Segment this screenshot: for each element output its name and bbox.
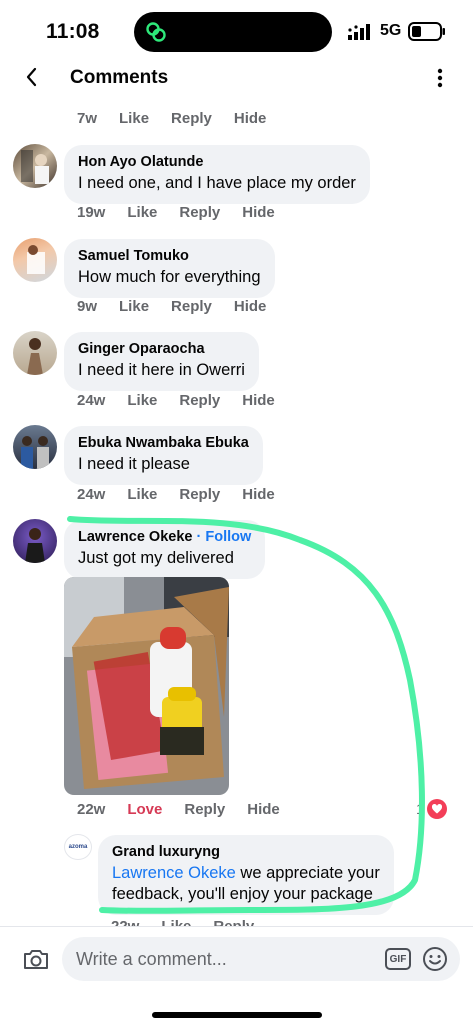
- comment-composer: GIF: [0, 926, 473, 1024]
- follow-button[interactable]: · Follow: [197, 529, 252, 545]
- love-button[interactable]: Love: [127, 801, 162, 818]
- reply-button[interactable]: Reply: [179, 204, 220, 221]
- page-title: Comments: [70, 67, 169, 88]
- comment-time: 19w: [77, 204, 106, 221]
- comment-text: Just got my delivered: [78, 549, 234, 567]
- hide-button[interactable]: Hide: [242, 392, 275, 409]
- comment-bubble[interactable]: Lawrence Okeke · Follow Just got my deli…: [64, 520, 266, 579]
- link-icon: [146, 22, 166, 42]
- like-button[interactable]: Like: [127, 486, 157, 503]
- comment-time: 24w: [77, 486, 106, 503]
- avatar[interactable]: [13, 238, 57, 282]
- like-button[interactable]: Like: [127, 392, 157, 409]
- camera-icon[interactable]: [22, 947, 50, 971]
- comment-text: I need it please: [78, 455, 190, 473]
- avatar[interactable]: [13, 144, 57, 188]
- comment-text: I need it here in Owerri: [78, 361, 245, 379]
- avatar-photo: [21, 436, 49, 469]
- comment-author[interactable]: Hon Ayo Olatunde: [78, 154, 356, 170]
- comment-author[interactable]: Ebuka Nwambaka Ebuka: [78, 435, 249, 451]
- like-button[interactable]: Like: [127, 204, 157, 221]
- comment-actions: 7w Like Reply Hide: [77, 110, 266, 127]
- reply-button[interactable]: Reply: [171, 298, 212, 315]
- reply-text: we appreciate your: [235, 864, 380, 882]
- avatar-photo: [27, 245, 45, 274]
- comment-text: How much for everything: [78, 268, 261, 286]
- network-label: 5G: [380, 22, 402, 39]
- comment-time: 22w: [77, 801, 106, 818]
- dynamic-island: [134, 12, 332, 52]
- hide-button[interactable]: Hide: [247, 801, 280, 818]
- avatar-photo: [21, 150, 49, 184]
- signal-icon: [348, 24, 370, 40]
- comment-author[interactable]: Lawrence Okeke: [78, 529, 192, 545]
- comment-bubble[interactable]: Hon Ayo Olatunde I need one, and I have …: [64, 145, 370, 204]
- comment-actions: 22w Love Reply Hide: [77, 801, 280, 818]
- battery-icon: [408, 22, 445, 41]
- page-avatar[interactable]: azoma: [64, 834, 92, 860]
- comment-author-row: Lawrence Okeke · Follow: [78, 529, 251, 545]
- heart-icon: [427, 799, 448, 819]
- hide-button[interactable]: Hide: [242, 486, 275, 503]
- comment-time: 7w: [77, 110, 98, 127]
- avatar-photo: [27, 338, 43, 375]
- reaction-count: 1: [416, 800, 425, 818]
- reply-bubble[interactable]: Grand luxuryng Lawrence Okeke we appreci…: [98, 835, 394, 915]
- reaction-summary[interactable]: 1: [416, 799, 448, 819]
- comment-bubble[interactable]: Ginger Oparaocha I need it here in Owerr…: [64, 332, 259, 391]
- mention-link[interactable]: Lawrence Okeke: [112, 864, 236, 882]
- avatar[interactable]: [13, 331, 57, 375]
- comment-bubble[interactable]: Ebuka Nwambaka Ebuka I need it please: [64, 426, 263, 485]
- status-time: 11:08: [46, 20, 100, 43]
- comment-author[interactable]: Samuel Tomuko: [78, 248, 261, 264]
- reply-button[interactable]: Reply: [184, 801, 225, 818]
- reply-author[interactable]: Grand luxuryng: [112, 844, 380, 860]
- avatar[interactable]: [13, 425, 57, 469]
- comment-bubble[interactable]: Samuel Tomuko How much for everything: [64, 239, 275, 298]
- avatar[interactable]: [13, 519, 57, 563]
- comment-text: I need one, and I have place my order: [78, 174, 356, 192]
- page-logo-text: azoma: [68, 844, 88, 850]
- comment-actions: 9w Like Reply Hide: [77, 298, 266, 315]
- emoji-icon[interactable]: [422, 946, 448, 972]
- hide-button[interactable]: Hide: [234, 110, 267, 127]
- status-bar: 11:08 5G: [0, 0, 473, 62]
- avatar-photo: [25, 528, 45, 563]
- reply-button[interactable]: Reply: [179, 392, 220, 409]
- package-image: [64, 577, 229, 795]
- home-indicator: [152, 1012, 322, 1018]
- chevron-left-icon[interactable]: [20, 64, 44, 90]
- reply-button[interactable]: Reply: [179, 486, 220, 503]
- reply-text-line-1: Lawrence Okeke we appreciate your: [112, 863, 380, 884]
- like-button[interactable]: Like: [119, 110, 149, 127]
- hide-button[interactable]: Hide: [242, 204, 275, 221]
- comment-actions: 24w Like Reply Hide: [77, 486, 275, 503]
- comment-actions: 19w Like Reply Hide: [77, 204, 275, 221]
- comment-time: 24w: [77, 392, 106, 409]
- reply-button[interactable]: Reply: [171, 110, 212, 127]
- comment-time: 9w: [77, 298, 98, 315]
- gif-icon[interactable]: GIF: [385, 948, 411, 970]
- comment-actions: 24w Like Reply Hide: [77, 392, 275, 409]
- comment-author[interactable]: Ginger Oparaocha: [78, 341, 245, 357]
- header: Comments: [0, 62, 473, 102]
- more-vertical-icon[interactable]: [430, 65, 450, 91]
- hide-button[interactable]: Hide: [234, 298, 267, 315]
- comment-photo[interactable]: [64, 577, 229, 795]
- like-button[interactable]: Like: [119, 298, 149, 315]
- reply-text-line-2: feedback, you'll enjoy your package: [112, 885, 373, 903]
